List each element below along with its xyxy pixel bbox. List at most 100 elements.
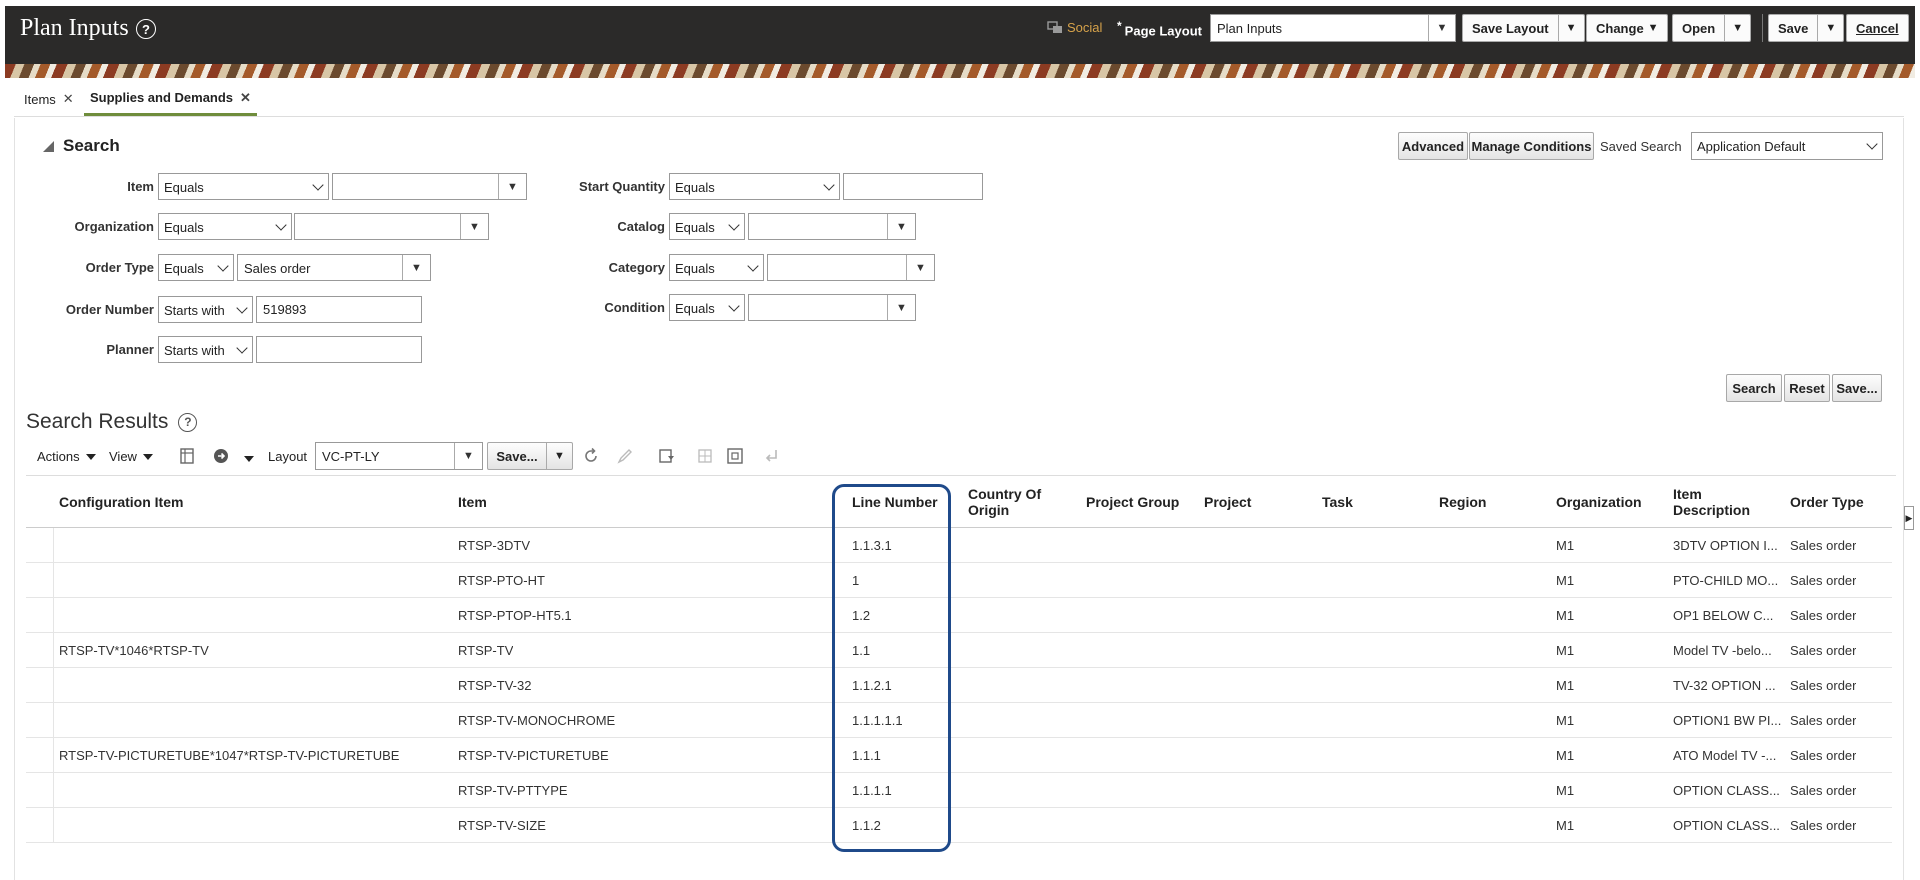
column-header-organization[interactable]: Organization	[1556, 476, 1642, 528]
chevron-down-icon[interactable]: ▼	[906, 255, 934, 280]
condition-field[interactable]: ▼	[748, 294, 916, 321]
table-row[interactable]: RTSP-TV-PICTURETUBE*1047*RTSP-TV-PICTURE…	[26, 738, 1892, 773]
column-header-task[interactable]: Task	[1322, 476, 1353, 528]
table-row[interactable]: RTSP-TV-PTTYPE 1.1.1.1 M1 OPTION CLASS..…	[26, 773, 1892, 808]
catalog-field[interactable]: ▼	[748, 213, 916, 240]
close-icon[interactable]: ✕	[240, 90, 251, 106]
chevron-down-icon[interactable]: ▼	[402, 255, 430, 280]
organization-operator-select[interactable]: Equals	[158, 213, 292, 240]
save-layout-button[interactable]: Save Layout ▼	[1462, 14, 1585, 42]
row-header[interactable]	[26, 563, 54, 597]
table-row[interactable]: RTSP-TV-SIZE 1.1.2 M1 OPTION CLASS... Sa…	[26, 808, 1892, 843]
chevron-down-icon[interactable]: ▼	[460, 214, 488, 239]
column-header-country-of-origin[interactable]: Country Of Origin	[968, 476, 1041, 528]
item-operator-select[interactable]: Equals	[158, 173, 329, 200]
table-row[interactable]: RTSP-TV*1046*RTSP-TV RTSP-TV 1.1 M1 Mode…	[26, 633, 1892, 668]
help-icon[interactable]: ?	[178, 412, 198, 432]
start-quantity-input[interactable]	[843, 173, 983, 200]
panel-expand-icon[interactable]: ▶	[1904, 506, 1914, 530]
help-icon[interactable]: ?	[136, 19, 156, 39]
view-menu[interactable]: View	[109, 449, 153, 464]
chevron-down-icon[interactable]	[244, 456, 254, 462]
condition-operator-select[interactable]: Equals	[669, 294, 745, 321]
advanced-button[interactable]: Advanced	[1398, 132, 1468, 160]
page-layout-select[interactable]: Plan Inputs ▼	[1210, 14, 1456, 42]
row-header[interactable]	[26, 528, 54, 562]
grid-icon	[698, 449, 712, 463]
planner-input[interactable]	[256, 336, 422, 363]
column-header-project-group[interactable]: Project Group	[1086, 476, 1179, 528]
results-title: Search Results ?	[26, 410, 198, 434]
row-header[interactable]	[26, 598, 54, 632]
chevron-down-icon[interactable]: ▼	[546, 443, 572, 469]
start-quantity-operator-select[interactable]: Equals	[669, 173, 840, 200]
table-row[interactable]: RTSP-TV-MONOCHROME 1.1.1.1.1 M1 OPTION1 …	[26, 703, 1892, 738]
category-field[interactable]: ▼	[767, 254, 935, 281]
search-button[interactable]: Search	[1726, 374, 1782, 402]
chevron-down-icon[interactable]: ▼	[887, 214, 915, 239]
item-label: Item	[127, 179, 154, 194]
table-row[interactable]: RTSP-PTOP-HT5.1 1.2 M1 OP1 BELOW C... Sa…	[26, 598, 1892, 633]
order-type-operator-value: Equals	[164, 261, 204, 276]
tab-items[interactable]: Items ✕	[18, 82, 80, 116]
query-by-example-icon[interactable]	[658, 447, 676, 465]
search-section-header[interactable]: Search	[43, 136, 120, 156]
chevron-down-icon[interactable]: ▼	[1724, 15, 1750, 41]
order-number-operator-select[interactable]: Starts with	[158, 296, 253, 323]
chevron-down-icon[interactable]: ▼	[498, 174, 526, 199]
chevron-down-icon	[728, 219, 740, 231]
cancel-button[interactable]: Cancel	[1846, 14, 1909, 42]
chevron-down-icon[interactable]: ▼	[887, 295, 915, 320]
row-header[interactable]	[26, 738, 54, 772]
table-row[interactable]: RTSP-TV-32 1.1.2.1 M1 TV-32 OPTION ... S…	[26, 668, 1892, 703]
actions-menu[interactable]: Actions	[37, 449, 96, 464]
table-row[interactable]: RTSP-3DTV 1.1.3.1 M1 3DTV OPTION I... Sa…	[26, 528, 1892, 563]
catalog-operator-select[interactable]: Equals	[669, 213, 745, 240]
order-type-operator-select[interactable]: Equals	[158, 254, 234, 281]
layout-save-button[interactable]: Save... ▼	[487, 442, 573, 470]
chevron-down-icon[interactable]: ▼	[1557, 15, 1584, 41]
chevron-down-icon[interactable]: ▼	[1817, 15, 1843, 41]
reset-button[interactable]: Reset	[1784, 374, 1830, 402]
row-header[interactable]	[26, 773, 54, 807]
order-number-input[interactable]: 519893	[256, 296, 422, 323]
item-description-cell: OPTION CLASS...	[1673, 782, 1780, 798]
open-button[interactable]: Open ▼	[1672, 14, 1752, 42]
table-row[interactable]: RTSP-PTO-HT 1 M1 PTO-CHILD MO... Sales o…	[26, 563, 1892, 598]
order-type-field[interactable]: Sales order ▼	[237, 254, 431, 281]
saved-search-select[interactable]: Application Default	[1691, 132, 1883, 160]
layout-select[interactable]: VC-PT-LY ▼	[315, 442, 483, 470]
column-header-item[interactable]: Item	[458, 476, 487, 528]
go-icon[interactable]	[212, 447, 230, 465]
save-button[interactable]: Save ▼	[1768, 14, 1845, 42]
column-header-configuration-item[interactable]: Configuration Item	[59, 476, 183, 528]
chevron-down-icon[interactable]: ▼	[1428, 15, 1455, 41]
tab-supplies-and-demands[interactable]: Supplies and Demands ✕	[84, 82, 257, 116]
organization-field[interactable]: ▼	[294, 213, 489, 240]
row-header[interactable]	[26, 808, 54, 842]
column-header-project[interactable]: Project	[1204, 476, 1251, 528]
close-icon[interactable]: ✕	[63, 91, 74, 107]
item-field[interactable]: ▼	[332, 173, 527, 200]
category-operator-select[interactable]: Equals	[669, 254, 764, 281]
chevron-down-icon[interactable]: ▼	[454, 443, 482, 469]
row-header[interactable]	[26, 703, 54, 737]
column-header-region[interactable]: Region	[1439, 476, 1486, 528]
change-button[interactable]: Change ▼	[1586, 14, 1668, 42]
organization-cell: M1	[1556, 712, 1575, 728]
collapse-triangle-icon[interactable]	[43, 140, 54, 152]
social-link[interactable]: Social	[1047, 20, 1102, 35]
row-header[interactable]	[26, 668, 54, 702]
detach-icon[interactable]	[726, 447, 744, 465]
save-search-button[interactable]: Save...	[1832, 374, 1882, 402]
refresh-icon[interactable]	[582, 447, 600, 465]
item-cell: RTSP-PTOP-HT5.1	[458, 607, 572, 623]
manage-conditions-button[interactable]: Manage Conditions	[1469, 132, 1594, 160]
column-header-order-type[interactable]: Order Type	[1790, 476, 1864, 528]
column-header-text: Country Of	[968, 486, 1042, 502]
row-header[interactable]	[26, 633, 54, 667]
freeze-icon[interactable]	[178, 447, 196, 465]
planner-operator-select[interactable]: Starts with	[158, 336, 253, 363]
planner-operator-value: Starts with	[164, 343, 225, 358]
column-header-item-description[interactable]: Item Description	[1673, 476, 1750, 528]
